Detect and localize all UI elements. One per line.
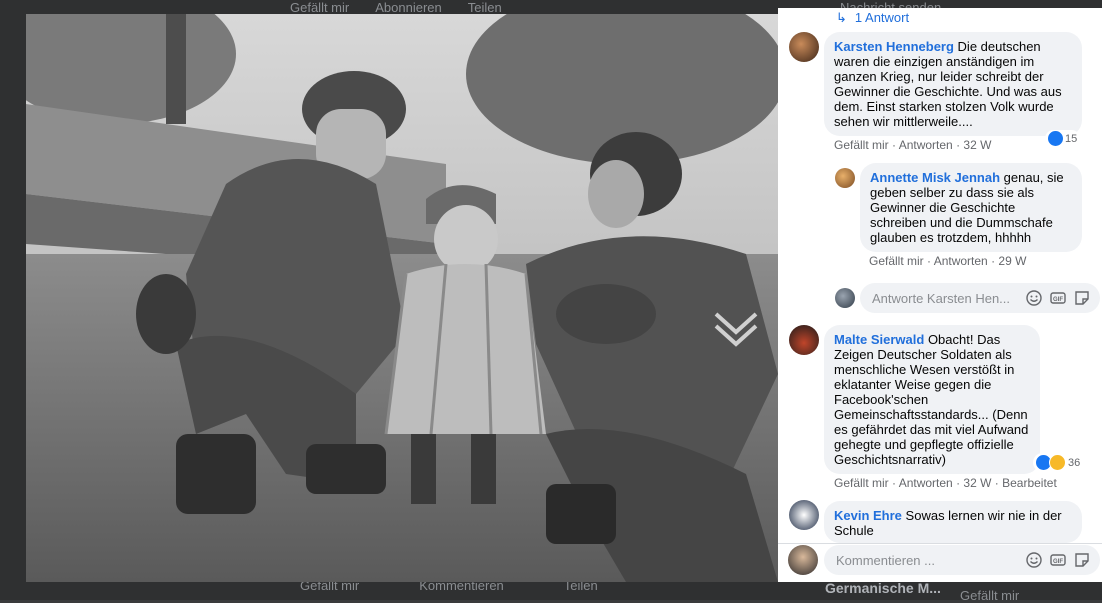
- emoji-icon[interactable]: [1026, 552, 1042, 568]
- comment-bubble: Karsten Henneberg Die deutschen waren di…: [824, 32, 1082, 136]
- comment-meta: Gefällt mir · Antworten · 32 W · Bearbei…: [834, 476, 1057, 490]
- comment-bubble: Malte Sierwald Obacht! Das Zeigen Deutsc…: [824, 325, 1040, 474]
- reply-action[interactable]: Antworten: [899, 138, 953, 152]
- reaction-summary[interactable]: 15: [1045, 130, 1081, 147]
- avatar: [788, 545, 818, 575]
- svg-text:GIF: GIF: [1053, 297, 1063, 303]
- sticker-icon[interactable]: [1074, 552, 1090, 568]
- comment-meta: Gefällt mir · Antworten · 29 W: [869, 254, 1027, 268]
- reaction-count: 36: [1068, 456, 1081, 469]
- avatar[interactable]: [789, 32, 819, 62]
- bg-share-label[interactable]: Teilen: [468, 0, 502, 14]
- avatar: [835, 288, 855, 308]
- comment-author[interactable]: Kevin Ehre: [834, 508, 902, 523]
- photo-illustration: [26, 14, 778, 582]
- comment-bubble: Annette Misk Jennah genau, sie geben sel…: [860, 163, 1082, 252]
- avatar[interactable]: [835, 168, 855, 188]
- reaction-summary[interactable]: 36: [1033, 453, 1084, 472]
- edited-label: Bearbeitet: [1002, 476, 1057, 490]
- reply-action[interactable]: Antworten: [934, 254, 988, 268]
- comment-text: Obacht! Das Zeigen Deutscher Soldaten al…: [834, 332, 1029, 467]
- avatar[interactable]: [789, 325, 819, 355]
- comment-time[interactable]: 32 W: [963, 476, 991, 490]
- bg-right-like[interactable]: Gefällt mir: [960, 588, 1019, 603]
- comment-author[interactable]: Annette Misk Jennah: [870, 170, 1000, 185]
- reply-arrow-icon: ↳: [836, 10, 847, 25]
- bg-page-name[interactable]: Germanische M...: [825, 580, 941, 596]
- comment-time[interactable]: 29 W: [998, 254, 1026, 268]
- sad-reaction-icon: [1049, 454, 1066, 471]
- reply-count-label: 1 Antwort: [854, 10, 910, 25]
- reply-action[interactable]: Antworten: [899, 476, 953, 490]
- reply-count-link[interactable]: ↳ 1 Antwort: [836, 10, 909, 26]
- comment-meta: Gefällt mir · Antworten · 32 W: [834, 138, 992, 152]
- sticker-icon[interactable]: [1074, 290, 1090, 306]
- reaction-count: 15: [1065, 132, 1078, 145]
- composer-divider: [778, 543, 1102, 544]
- svg-text:GIF: GIF: [1053, 559, 1063, 565]
- comment-input-box: GIF: [824, 545, 1100, 575]
- like-reaction-icon: [1048, 131, 1063, 146]
- like-action[interactable]: Gefällt mir: [869, 254, 924, 268]
- gif-icon[interactable]: GIF: [1050, 552, 1066, 568]
- comment-bubble: Kevin Ehre Sowas lernen wir nie in der S…: [824, 501, 1082, 543]
- comment-author[interactable]: Karsten Henneberg: [834, 39, 954, 54]
- comment-author[interactable]: Malte Sierwald: [834, 332, 924, 347]
- avatar[interactable]: [789, 500, 819, 530]
- background-post-actions: Gefällt mir Abonnieren Teilen: [290, 0, 502, 14]
- comment-time[interactable]: 32 W: [963, 138, 991, 152]
- gif-icon[interactable]: GIF: [1050, 290, 1066, 306]
- post-photo[interactable]: [26, 14, 778, 582]
- bg-subscribe-label[interactable]: Abonnieren: [375, 0, 442, 14]
- comment-input[interactable]: [834, 551, 1018, 569]
- reply-input-box: GIF: [860, 283, 1100, 313]
- emoji-icon[interactable]: [1026, 290, 1042, 306]
- bg-like-label[interactable]: Gefällt mir: [290, 0, 349, 14]
- like-action[interactable]: Gefällt mir: [834, 476, 889, 490]
- like-action[interactable]: Gefällt mir: [834, 138, 889, 152]
- reply-input[interactable]: [870, 289, 1018, 307]
